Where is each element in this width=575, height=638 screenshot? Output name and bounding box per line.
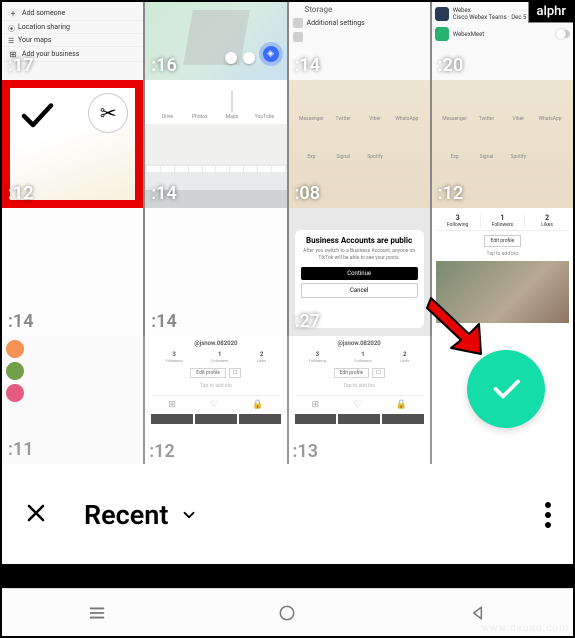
- duration-label: :11: [8, 439, 33, 460]
- chevron-down-icon: [180, 506, 198, 524]
- duration-label: :12: [149, 441, 174, 462]
- album-dropdown[interactable]: Recent: [84, 499, 198, 531]
- album-title: Recent: [84, 499, 168, 531]
- cancel-button: Cancel: [301, 283, 418, 298]
- storage-header: Storage: [305, 5, 426, 14]
- modal-body: After you switch to a Business Account, …: [301, 248, 418, 261]
- toolbar: Recent: [2, 466, 573, 564]
- thumbnail-selected[interactable]: ✂ :12: [2, 80, 143, 208]
- duration-label: :14: [151, 183, 176, 204]
- duration-label: :27: [295, 311, 320, 332]
- app-frame: alphr www.deuaq.com +Add someone ⦿Locati…: [0, 0, 575, 638]
- circle-icon: [277, 603, 297, 623]
- back-triangle-icon: [468, 603, 488, 623]
- confirm-fab-button[interactable]: [467, 350, 545, 428]
- continue-button: Continue: [301, 267, 418, 280]
- nav-home-button[interactable]: [275, 601, 299, 625]
- duration-label: :14: [151, 311, 176, 332]
- duration-label: :14: [295, 55, 320, 76]
- check-icon: [488, 371, 524, 407]
- duration-label: :12: [438, 183, 463, 204]
- thumbnail[interactable]: Messenger Twitter Viber WhatsApp Exp Sig…: [432, 80, 573, 208]
- check-icon: [18, 98, 54, 134]
- annotation-arrow-icon: [421, 290, 491, 360]
- thumbnail[interactable]: ◈ :16: [145, 2, 286, 80]
- duration-label: :13: [293, 441, 318, 462]
- thumbnail-row-1: ✂ :12 Drive Photos Maps YouTube :14 Mess…: [2, 80, 573, 208]
- more-vertical-icon: [545, 502, 551, 528]
- duration-label: :12: [8, 183, 33, 204]
- duration-label: :20: [438, 55, 463, 76]
- close-button[interactable]: [24, 499, 48, 532]
- watermark-deuaq: www.deuaq.com: [482, 623, 570, 634]
- duration-label: :14: [8, 311, 33, 332]
- thumbnail[interactable]: Business Accounts are public After you s…: [289, 208, 430, 336]
- scissors-icon[interactable]: ✂: [89, 94, 127, 132]
- thumbnail[interactable]: +Add someone ⦿Location sharing ☰Your map…: [2, 2, 143, 80]
- menu-icon: [86, 602, 108, 624]
- duration-label: :08: [295, 183, 320, 204]
- settings-label: Location sharing: [18, 23, 70, 31]
- duration-label: :17: [8, 55, 33, 76]
- thumbnail[interactable]: :14: [2, 208, 143, 336]
- nav-back-button[interactable]: [466, 601, 490, 625]
- settings-label: Your maps: [18, 36, 51, 44]
- map-locate-icon: ◈: [263, 46, 279, 62]
- thumbnail[interactable]: @jsnow.082020 3Following 1Followers 2Lik…: [145, 336, 286, 464]
- thumbnail[interactable]: Storage Additional settings :14: [289, 2, 430, 80]
- close-icon: [24, 501, 48, 525]
- thumbnail-row-0: +Add someone ⦿Location sharing ☰Your map…: [2, 2, 573, 80]
- spacer-bar: [2, 564, 573, 588]
- nav-recent-button[interactable]: [85, 601, 109, 625]
- thumbnail[interactable]: Messenger Twitter Viber WhatsApp Exp Sig…: [289, 80, 430, 208]
- thumbnail[interactable]: :11: [2, 336, 143, 464]
- watermark-alphr: alphr: [528, 0, 575, 23]
- duration-label: :16: [151, 55, 176, 76]
- thumbnail[interactable]: :14: [145, 208, 286, 336]
- modal-title: Business Accounts are public: [301, 236, 418, 245]
- settings-label: Add someone: [22, 9, 65, 17]
- thumbnail[interactable]: @jsnow.082020 3Following 1Followers 2Lik…: [289, 336, 430, 464]
- thumbnail[interactable]: Drive Photos Maps YouTube :14: [145, 80, 286, 208]
- edit-profile-button: Edit profile: [484, 235, 522, 247]
- more-options-button[interactable]: [545, 502, 551, 528]
